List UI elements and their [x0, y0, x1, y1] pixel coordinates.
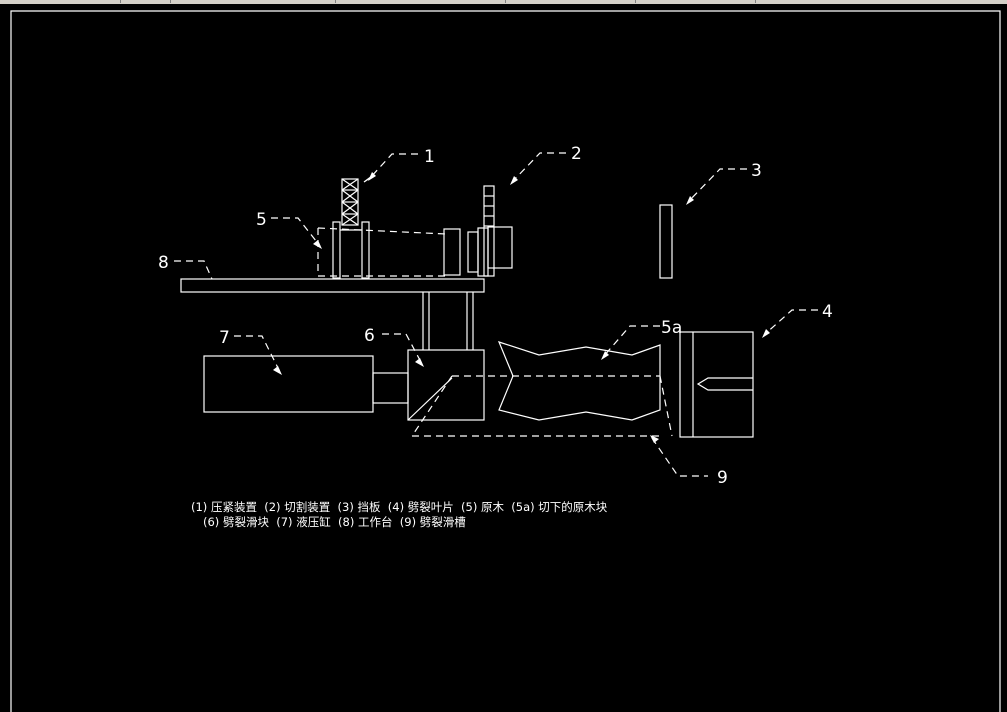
label-5: 5 [256, 210, 267, 230]
legend-line-2: (6) 劈裂滑块 (7) 液压缸 (8) 工作台 (9) 劈裂滑槽 [203, 515, 466, 529]
legend-line-1: (1) 压紧装置 (2) 切割装置 (3) 挡板 (4) 劈裂叶片 (5) 原木… [191, 500, 608, 514]
label-5a: 5a [661, 318, 682, 338]
toolbar-segment [120, 0, 171, 3]
toolbar-segment [335, 0, 506, 3]
drawing-frame [10, 10, 1001, 712]
cut-log-block [497, 341, 661, 421]
splitting-chute [411, 375, 673, 437]
label-6: 6 [364, 326, 375, 346]
label-9: 9 [717, 468, 728, 488]
label-8: 8 [158, 253, 169, 273]
hydraulic-cylinder [203, 355, 374, 413]
label-2: 2 [571, 144, 582, 164]
log [317, 227, 447, 277]
drawing-canvas[interactable]: 1 2 3 4 5 5a 6 7 8 9 (1) 压紧装置 (2) 切割装置 (… [0, 4, 1007, 712]
leader-lines [174, 152, 818, 477]
toolbar-segment [0, 0, 121, 3]
label-4: 4 [822, 302, 833, 322]
clamping-device [332, 178, 370, 279]
toolbar-segment [505, 0, 636, 3]
worktable [180, 278, 485, 293]
label-1: 1 [424, 147, 435, 167]
splitting-blade [679, 331, 754, 438]
arrowheads [273, 172, 770, 443]
cutting-device [443, 185, 513, 277]
toolbar-segment [635, 0, 756, 3]
cylinder-rod [372, 372, 409, 404]
baffle [659, 204, 673, 279]
label-3: 3 [751, 161, 762, 181]
label-7: 7 [219, 328, 230, 348]
toolbar-segment [170, 0, 336, 3]
